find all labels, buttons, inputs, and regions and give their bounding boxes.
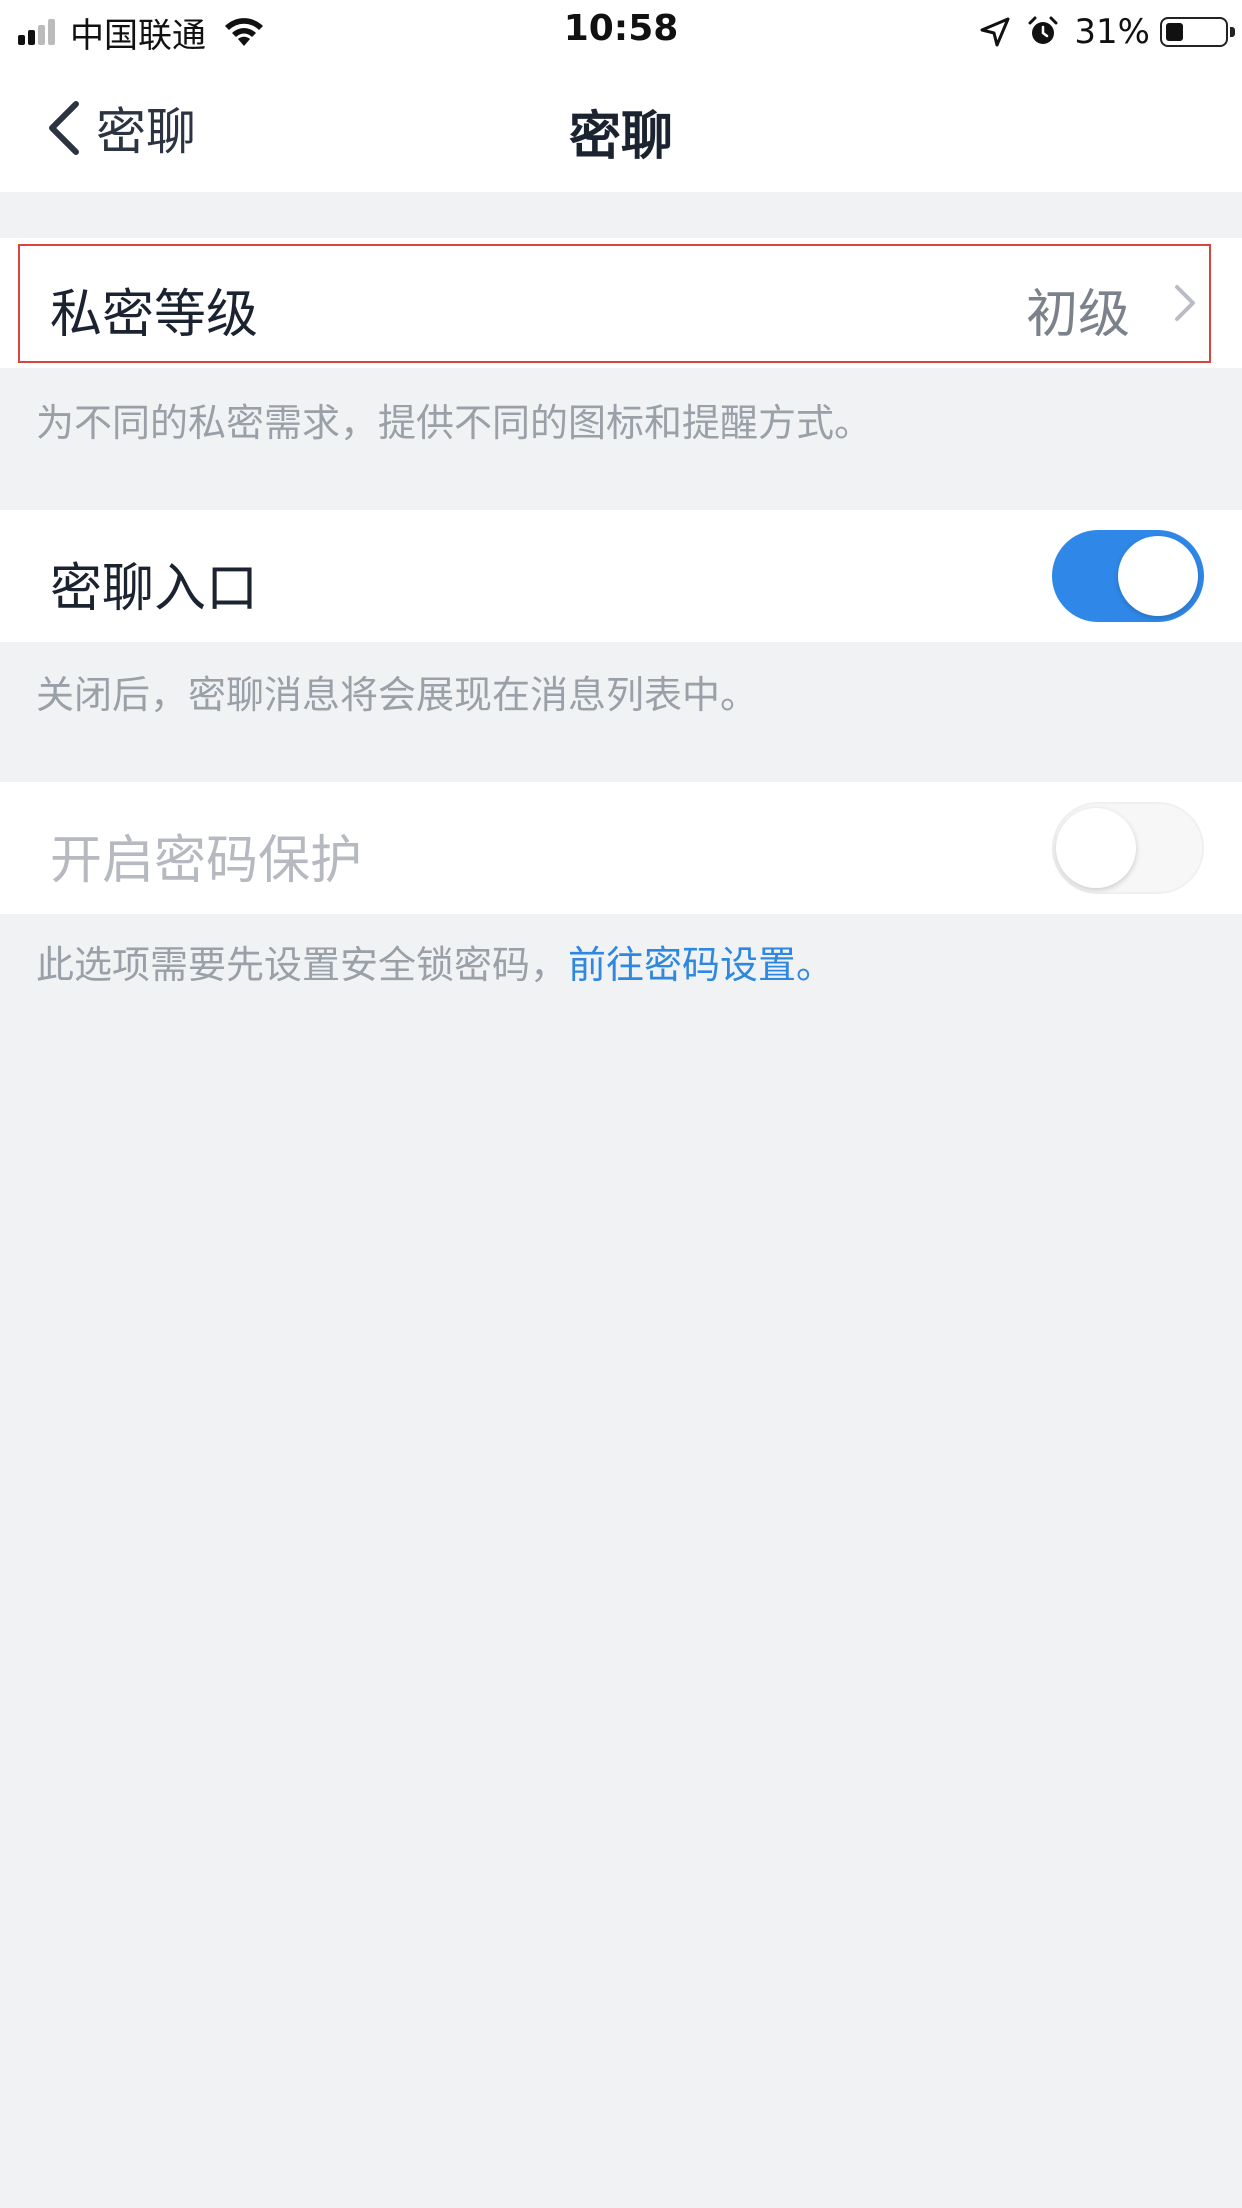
- secret-chat-entry-hint: 关闭后，密聊消息将会展现在消息列表中。: [36, 673, 759, 717]
- status-right: 31%: [978, 10, 1235, 54]
- selection-highlight: [18, 244, 1211, 363]
- battery-percent: 31%: [1074, 12, 1150, 52]
- battery-icon: [1160, 17, 1235, 47]
- secret-chat-entry-label: 密聊入口: [50, 559, 259, 619]
- password-protection-label: 开启密码保护: [50, 831, 363, 891]
- battery-fill: [1166, 23, 1183, 41]
- alarm-icon: [1028, 16, 1058, 44]
- secret-chat-entry-toggle[interactable]: [1052, 530, 1204, 622]
- toggle-knob: [1118, 536, 1198, 616]
- page-title: 密聊: [568, 107, 673, 167]
- battery-cap: [1230, 27, 1235, 37]
- secret-chat-entry-row: 密聊入口: [0, 510, 1242, 642]
- password-settings-link[interactable]: 前往密码设置。: [568, 943, 834, 987]
- status-bar: 中国联通 10:58 31%: [0, 0, 1242, 64]
- navigation-bar: 密聊 密聊: [0, 64, 1242, 192]
- privacy-level-hint: 为不同的私密需求，提供不同的图标和提醒方式。: [36, 401, 873, 445]
- password-protection-toggle[interactable]: [1052, 802, 1204, 894]
- password-protection-hint-text: 此选项需要先设置安全锁密码，: [36, 943, 569, 987]
- location-arrow-icon: [980, 17, 1010, 47]
- password-protection-hint: 此选项需要先设置安全锁密码，前往密码设置。: [36, 934, 834, 989]
- password-protection-row: 开启密码保护: [0, 782, 1242, 914]
- toggle-knob: [1056, 808, 1136, 888]
